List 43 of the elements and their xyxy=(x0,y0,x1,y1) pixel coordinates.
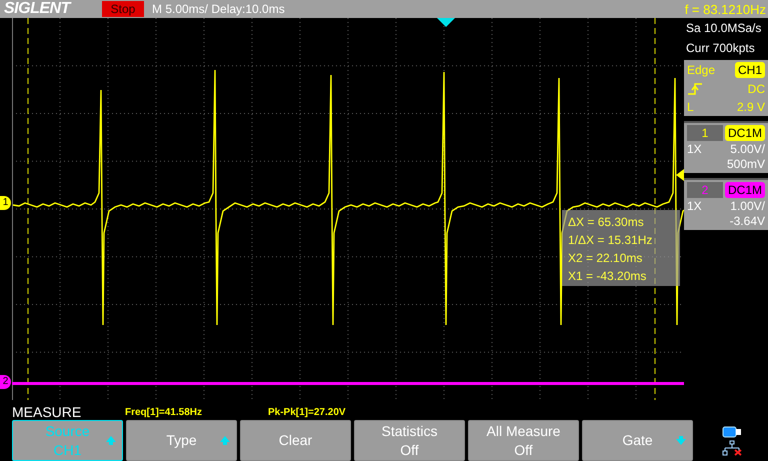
softkey-button[interactable]: Type xyxy=(126,420,237,461)
trigger-source-badge: CH1 xyxy=(734,62,765,78)
channel-marker: 1 xyxy=(0,196,11,210)
channel-marker: 2 xyxy=(0,375,11,389)
run-state: Stop xyxy=(102,1,144,17)
coupling-badge: DC1M xyxy=(724,125,765,141)
cursor-readout-text: ΔX = 65.30ms xyxy=(568,214,645,231)
softkey-button[interactable]: Gate xyxy=(582,420,693,461)
trigger-type-label: Edge xyxy=(687,63,716,77)
rising-edge-icon xyxy=(687,82,703,96)
channel-number: 1 xyxy=(687,125,723,141)
up-arrow-icon xyxy=(106,436,116,445)
cursor-readout-text: 1/ΔX = 15.31Hz xyxy=(568,232,654,249)
cursor-readout-text: X2 = 22.10ms xyxy=(568,250,644,267)
softkey-button[interactable]: Clear xyxy=(240,420,351,461)
usb-device-icon xyxy=(722,426,742,438)
trigger-level-value: 2.9 V xyxy=(736,100,765,114)
timebase-label: M 5.00ms/ Delay:10.0ms xyxy=(152,2,286,16)
softkey-button[interactable]: Statistics Off xyxy=(354,420,465,461)
measurement-reading: Freq[1]=41.58Hz xyxy=(125,407,203,418)
menu-title: MEASURE xyxy=(12,404,82,420)
up-arrow-icon xyxy=(220,436,230,445)
network-disconnected-icon xyxy=(722,440,742,456)
trigger-level-label: L xyxy=(687,100,694,114)
probe-ratio: 1X xyxy=(687,199,702,213)
volts-per-div: 1.00V/ xyxy=(730,199,765,213)
channel-offset: 500mV xyxy=(726,157,765,171)
measurement-reading: Pk-Pk[1]=27.20V xyxy=(268,407,347,418)
down-arrow-icon xyxy=(676,436,686,445)
softkey-button[interactable]: All Measure Off xyxy=(468,420,579,461)
trigger-coupling-label: DC xyxy=(748,82,765,96)
volts-per-div: 5.00V/ xyxy=(730,142,765,156)
channel-number: 2 xyxy=(687,182,723,198)
cursor-readout-text: X1 = -43.20ms xyxy=(568,268,648,285)
memory-depth-text: Curr 700kpts xyxy=(686,40,756,57)
softkey-button[interactable]: Source CH1 xyxy=(12,420,123,461)
sample-rate-text: Sa 10.0MSa/s xyxy=(686,20,762,37)
trigger-level-marker xyxy=(676,169,684,181)
frequency-readout: f = 83.1210Hz xyxy=(684,2,766,16)
channel-offset: -3.64V xyxy=(730,214,765,228)
coupling-badge: DC1M xyxy=(724,182,765,198)
brand-logo: SIGLENT xyxy=(4,0,72,18)
probe-ratio: 1X xyxy=(687,142,702,156)
